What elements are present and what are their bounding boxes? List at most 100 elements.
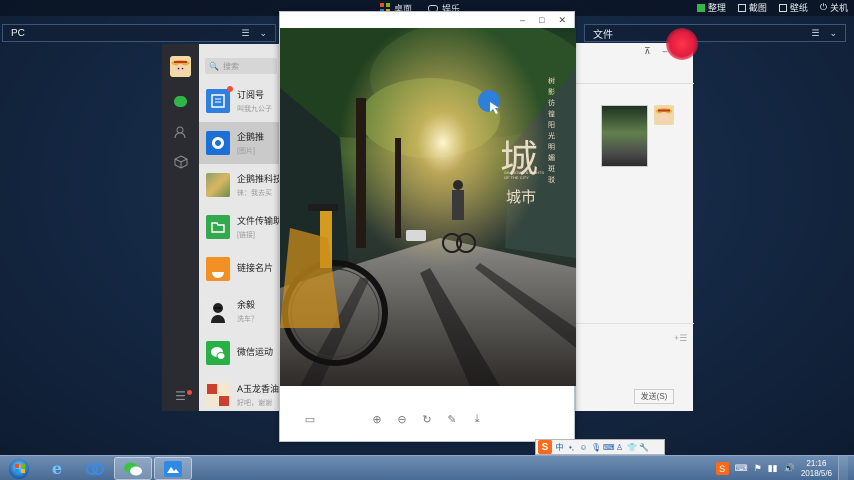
list-item[interactable]: 余毅洗车？ bbox=[199, 290, 279, 332]
chevron-down-icon[interactable]: ⌄ bbox=[259, 28, 267, 39]
list-item[interactable]: 订阅号 叫我九公子 bbox=[199, 80, 279, 122]
chevron-down-icon[interactable]: ⌄ bbox=[829, 28, 837, 39]
poster-vertical-text: 树 影 彷 徨 阳 光 明 媚 斑 驳 bbox=[548, 78, 555, 184]
files-panel-title: 文件 bbox=[593, 29, 613, 41]
chat-preview: [图片] bbox=[237, 148, 255, 155]
cloud-icon bbox=[86, 462, 104, 475]
search-input[interactable]: 🔍 搜索 bbox=[205, 58, 277, 74]
pin-icon[interactable]: ⊼ bbox=[644, 46, 651, 57]
keyboard-icon[interactable]: ⌨ bbox=[603, 443, 615, 452]
power-label: 关机 bbox=[829, 3, 848, 13]
clock-time: 21:16 bbox=[806, 458, 827, 468]
screenshot-button[interactable]: 截图 bbox=[737, 1, 767, 14]
punctuation-icon[interactable]: •, bbox=[567, 443, 576, 452]
minimize-icon[interactable]: – bbox=[520, 15, 525, 25]
image-viewer-icon bbox=[164, 460, 182, 477]
cursor-highlight bbox=[666, 28, 698, 60]
chat-name: 企鹅推 bbox=[237, 132, 265, 142]
card-link-icon bbox=[206, 257, 230, 281]
skin-icon[interactable]: 👕 bbox=[627, 443, 637, 452]
rotate-icon[interactable]: ↻ bbox=[421, 413, 433, 426]
more-icon[interactable]: +☰ bbox=[674, 333, 687, 344]
chat-name: 企鹅推科技 bbox=[237, 174, 279, 184]
pc-panel-title: PC bbox=[11, 27, 25, 39]
zoom-in-icon[interactable]: ⊕ bbox=[371, 413, 383, 426]
microphone-icon[interactable]: 🎙 bbox=[591, 443, 601, 452]
zoom-out-icon[interactable]: ⊖ bbox=[396, 413, 408, 426]
show-desktop-button[interactable] bbox=[838, 456, 848, 480]
network-icon[interactable]: ▮▮ bbox=[768, 463, 778, 474]
ime-mode[interactable]: 中 bbox=[555, 442, 564, 453]
settings-icon[interactable]: 🔧 bbox=[639, 443, 649, 452]
download-icon[interactable]: ⤓ bbox=[471, 413, 483, 425]
list-view-icon[interactable]: ☰ bbox=[811, 28, 819, 39]
avatar bbox=[654, 105, 674, 125]
city-street-photo[interactable]: 城 SHADOWS & LIGHTS OF THE CITY 城市 树 影 彷 … bbox=[280, 28, 576, 386]
input-method-bar: S 中 •, ☺ 🎙 ⌨ ♙ 👕 🔧 bbox=[535, 439, 665, 455]
list-item[interactable]: 链接名片 bbox=[199, 248, 279, 290]
chat-window: ⊼ – □ +☰ 发送(S) bbox=[575, 43, 694, 411]
emoji-icon[interactable]: ☺ bbox=[579, 443, 588, 452]
wallpaper-button[interactable]: 壁纸 bbox=[778, 1, 808, 14]
chat-preview: [链接] bbox=[237, 232, 255, 239]
chat-name: 链接名片 bbox=[237, 263, 274, 273]
send-label: 发送(S) bbox=[640, 392, 668, 401]
ie-browser-icon: e bbox=[51, 459, 63, 478]
clock[interactable]: 21:16 2018/5/6 bbox=[801, 459, 832, 479]
image-message-thumbnail[interactable] bbox=[601, 105, 648, 167]
image-viewer-taskbar-button[interactable] bbox=[154, 457, 192, 480]
maximize-icon[interactable]: □ bbox=[539, 15, 544, 25]
organize-button[interactable]: 整理 bbox=[696, 1, 726, 14]
sogou-tray-icon[interactable]: S bbox=[715, 462, 729, 475]
clock-date: 2018/5/6 bbox=[800, 468, 832, 478]
wechat-taskbar-button[interactable] bbox=[114, 457, 152, 480]
chat-preview: 徕：我去买 bbox=[237, 190, 272, 197]
ie-browser-button[interactable]: e bbox=[38, 457, 76, 480]
organize-label: 整理 bbox=[707, 3, 726, 13]
chat-icon[interactable] bbox=[173, 94, 188, 109]
favorites-icon[interactable] bbox=[173, 154, 188, 169]
close-icon[interactable]: ✕ bbox=[558, 15, 566, 26]
list-item[interactable]: 企鹅推科技徕：我去买 bbox=[199, 164, 279, 206]
edit-icon[interactable]: ✎ bbox=[446, 413, 458, 426]
files-panel-header[interactable]: 文件 ☰ ⌄ bbox=[584, 24, 846, 42]
contacts-icon[interactable] bbox=[173, 124, 188, 139]
chat-list: 🔍 搜索 订阅号叫我九公子 企鹅推 [图片] 企鹅推科技徕：我去买 文件传输助手 [… bbox=[199, 44, 279, 411]
chat-preview: 洗车？ bbox=[237, 316, 258, 323]
chat-name: 余毅 bbox=[237, 300, 256, 310]
pc-panel-header[interactable]: PC ☰ ⌄ bbox=[2, 24, 276, 42]
baidu-netdisk-button[interactable] bbox=[76, 457, 114, 480]
wallpaper-label: 壁纸 bbox=[789, 3, 808, 13]
power-button[interactable]: ⏻ 关机 bbox=[820, 1, 848, 14]
wechat-sidebar: ☰ bbox=[162, 44, 199, 411]
list-item[interactable]: 文件传输助手 [链接] bbox=[199, 206, 279, 248]
avatar bbox=[206, 299, 230, 323]
flag-tray-icon[interactable]: ⚑ bbox=[754, 463, 762, 474]
volume-icon[interactable]: 🔊 bbox=[784, 463, 795, 474]
menu-icon[interactable]: ☰ bbox=[173, 388, 188, 403]
chat-preview: 叫我九公子 bbox=[237, 106, 272, 113]
system-tray: S ⌨ ⚑ ▮▮ 🔊 21:16 2018/5/6 bbox=[715, 456, 854, 480]
image-viewer-window: – □ ✕ 城 SHADOWS & LIGHTS OF THE CITY 城市 … bbox=[279, 11, 576, 442]
chat-name: 文件传输助手 bbox=[237, 216, 279, 226]
list-item[interactable]: 企鹅推 [图片] bbox=[199, 122, 279, 164]
send-button[interactable]: 发送(S) bbox=[634, 389, 674, 404]
wechat-icon bbox=[124, 462, 142, 475]
list-item[interactable]: 微信运动 bbox=[199, 332, 279, 374]
poster-title: 城市 bbox=[506, 188, 537, 206]
poster-subtitle: SHADOWS & LIGHTS OF THE CITY bbox=[504, 170, 545, 180]
start-button[interactable] bbox=[0, 457, 38, 480]
thumbnail-icon[interactable]: ▭ bbox=[304, 413, 316, 426]
keyboard-tray-icon[interactable]: ⌨ bbox=[735, 463, 748, 474]
screenshot-label: 截图 bbox=[748, 3, 767, 13]
user-icon[interactable]: ♙ bbox=[615, 443, 624, 452]
brand-logo-icon bbox=[206, 383, 230, 407]
list-view-icon[interactable]: ☰ bbox=[241, 28, 249, 39]
wallpaper-icon bbox=[778, 3, 787, 12]
list-item[interactable]: A玉龙香油 好吧，谢谢 bbox=[199, 374, 279, 411]
wechat-sport-icon bbox=[206, 341, 230, 365]
chat-name: 微信运动 bbox=[237, 347, 274, 357]
avatar[interactable] bbox=[170, 56, 191, 77]
sogou-logo-icon[interactable]: S bbox=[538, 440, 552, 454]
search-icon: 🔍 bbox=[209, 61, 219, 71]
